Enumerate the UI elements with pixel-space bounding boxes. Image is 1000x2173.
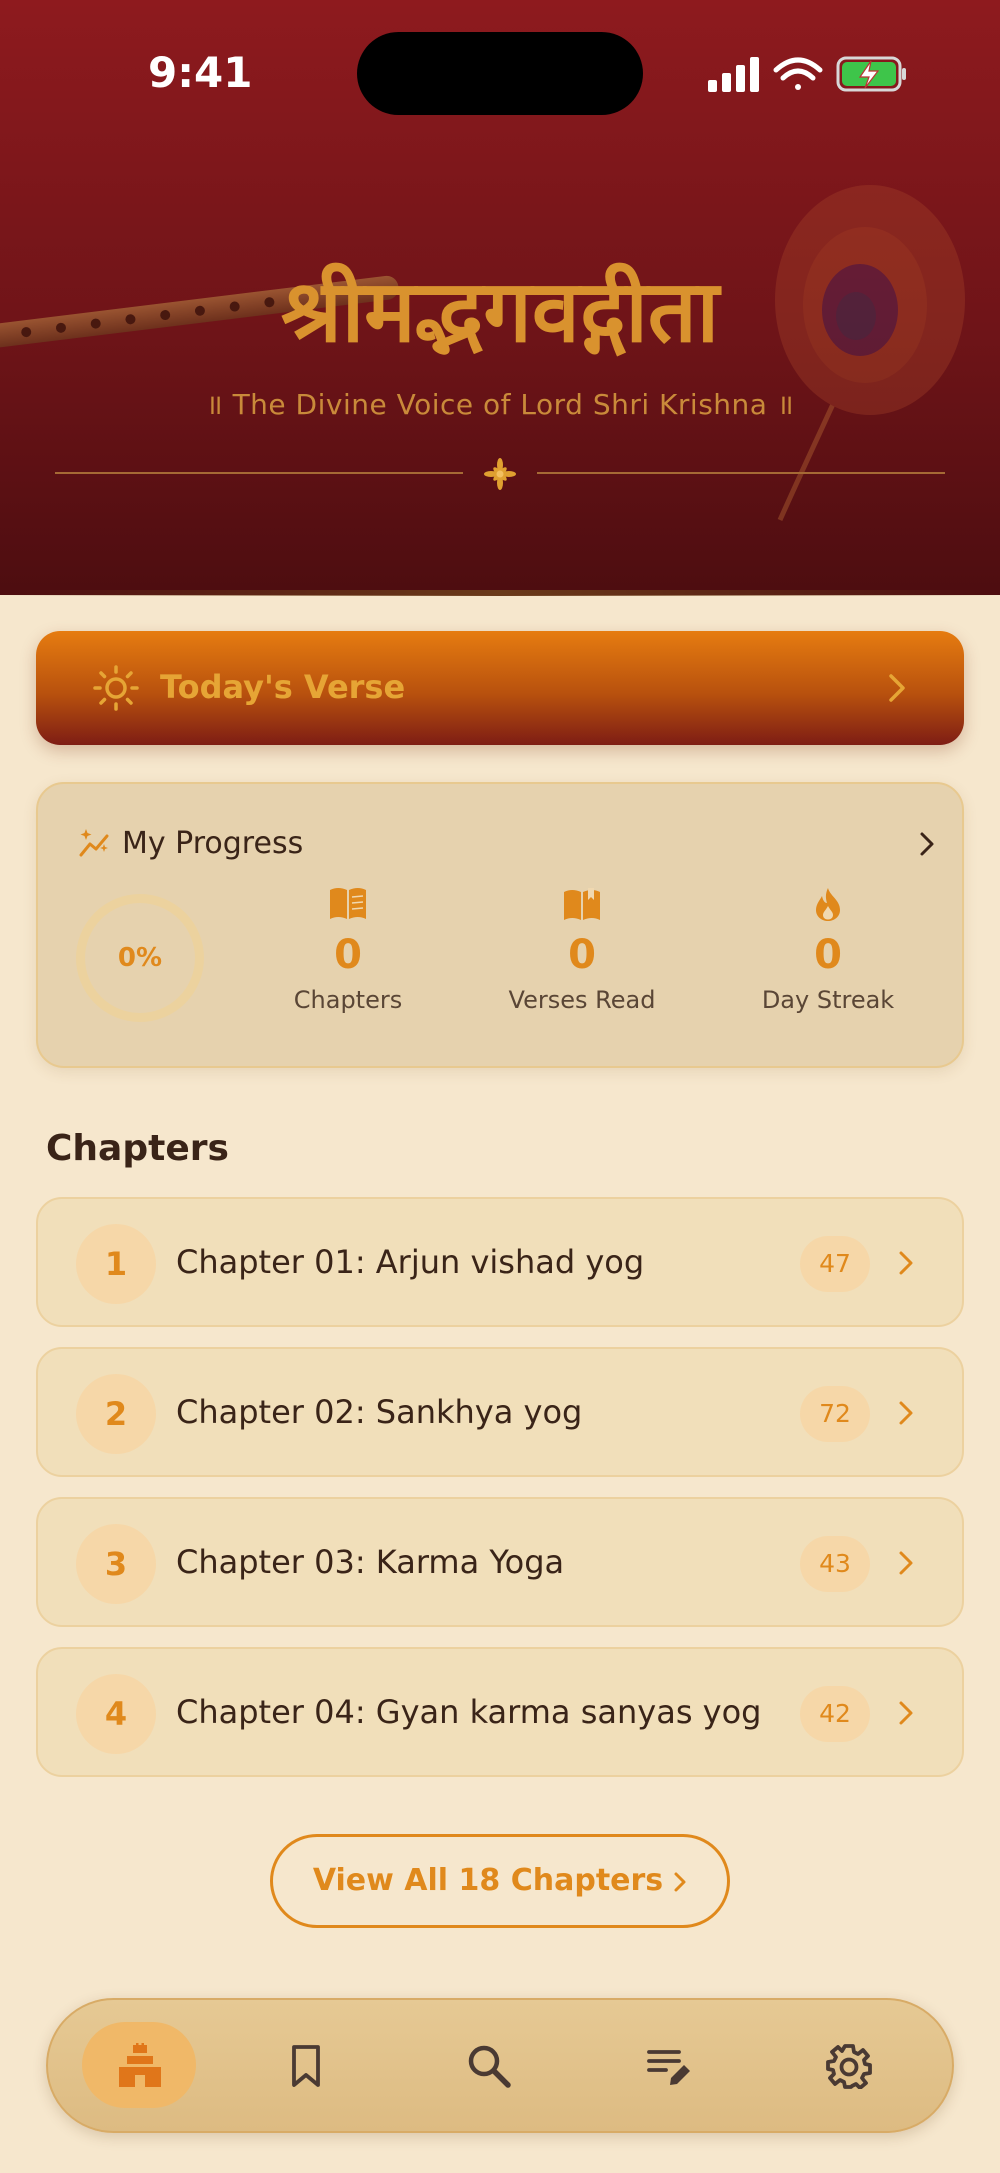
sun-icon [93,665,139,711]
chevron-right-icon [899,1401,913,1425]
nav-home[interactable] [82,2022,196,2108]
stat-verses-label: Verses Read [508,986,656,1014]
sparkle-chart-icon [79,829,109,857]
chapter-title: Chapter 02: Sankhya yog [176,1393,583,1431]
bookmark-icon [292,2045,320,2087]
verse-count-badge: 72 [800,1386,870,1442]
chapter-item[interactable]: 4 Chapter 04: Gyan karma sanyas yog 42 [36,1647,964,1777]
open-book-icon [564,888,600,920]
todays-verse-button[interactable]: Today's Verse [36,631,964,745]
wifi-icon [773,57,823,90]
progress-percent: 0% [117,943,163,973]
divider-left [55,472,463,474]
nav-notes[interactable] [611,2022,725,2108]
stat-day-streak: 0 Day Streak [728,886,928,1014]
chevron-right-icon [674,1872,686,1891]
stat-streak-value: 0 [814,932,842,978]
battery-icon [836,56,906,92]
chapter-number: 4 [76,1674,156,1754]
stat-chapters-value: 0 [334,932,362,978]
stat-chapters-label: Chapters [293,986,403,1014]
todays-verse-label: Today's Verse [160,668,406,706]
chapter-title: Chapter 03: Karma Yoga [176,1543,565,1581]
chevron-right-icon [920,832,934,856]
my-progress-card[interactable]: My Progress 0% 0 Chapters 0 Verses Read … [36,782,964,1068]
header-edge [0,590,1000,596]
divider-right [537,472,945,474]
chapter-title: Chapter 01: Arjun vishad yog [176,1243,645,1281]
chapter-number: 2 [76,1374,156,1454]
nav-bookmarks[interactable] [248,2022,362,2108]
verse-count-badge: 43 [800,1536,870,1592]
chapter-item[interactable]: 2 Chapter 02: Sankhya yog 72 [36,1347,964,1477]
chapter-number: 1 [76,1224,156,1304]
chapters-heading: Chapters [46,1128,229,1169]
view-all-label: View All 18 Chapters [312,1863,664,1898]
signal-icon [708,57,759,92]
hero-header: 9:41 श्रीमद्भगवद्गीता ॥ The Divine Voice… [0,0,1000,595]
flame-icon [816,888,840,921]
chapter-item[interactable]: 1 Chapter 01: Arjun vishad yog 47 [36,1197,964,1327]
star-ornament-icon [484,458,516,490]
chapter-title: Chapter 04: Gyan karma sanyas yog [176,1693,762,1731]
chapter-item[interactable]: 3 Chapter 03: Karma Yoga 43 [36,1497,964,1627]
bottom-nav [46,1998,954,2133]
progress-title: My Progress [122,826,304,861]
chevron-right-icon [889,674,905,702]
app-title: श्रीमद्भगवद्गीता [280,262,720,362]
verse-count-badge: 42 [800,1686,870,1742]
view-all-chapters-button[interactable]: View All 18 Chapters [270,1834,730,1928]
book-icon [330,888,366,919]
nav-search[interactable] [431,2022,545,2108]
app-subtitle: ॥ The Divine Voice of Lord Shri Krishna … [205,388,795,421]
chapter-number: 3 [76,1524,156,1604]
stat-verses-read: 0 Verses Read [482,886,682,1014]
chevron-right-icon [899,1701,913,1725]
notes-edit-icon [647,2050,690,2085]
dynamic-island [357,32,643,115]
stat-verses-value: 0 [568,932,596,978]
verse-count-badge: 47 [800,1236,870,1292]
stat-streak-label: Day Streak [761,986,895,1014]
chevron-right-icon [899,1551,913,1575]
stat-chapters: 0 Chapters [248,886,448,1014]
chevron-right-icon [899,1251,913,1275]
nav-settings[interactable] [791,2022,905,2108]
temple-icon [119,2043,161,2087]
search-icon [468,2045,511,2088]
status-time: 9:41 [148,48,253,97]
status-icons [708,56,906,92]
gear-icon [826,2044,872,2089]
